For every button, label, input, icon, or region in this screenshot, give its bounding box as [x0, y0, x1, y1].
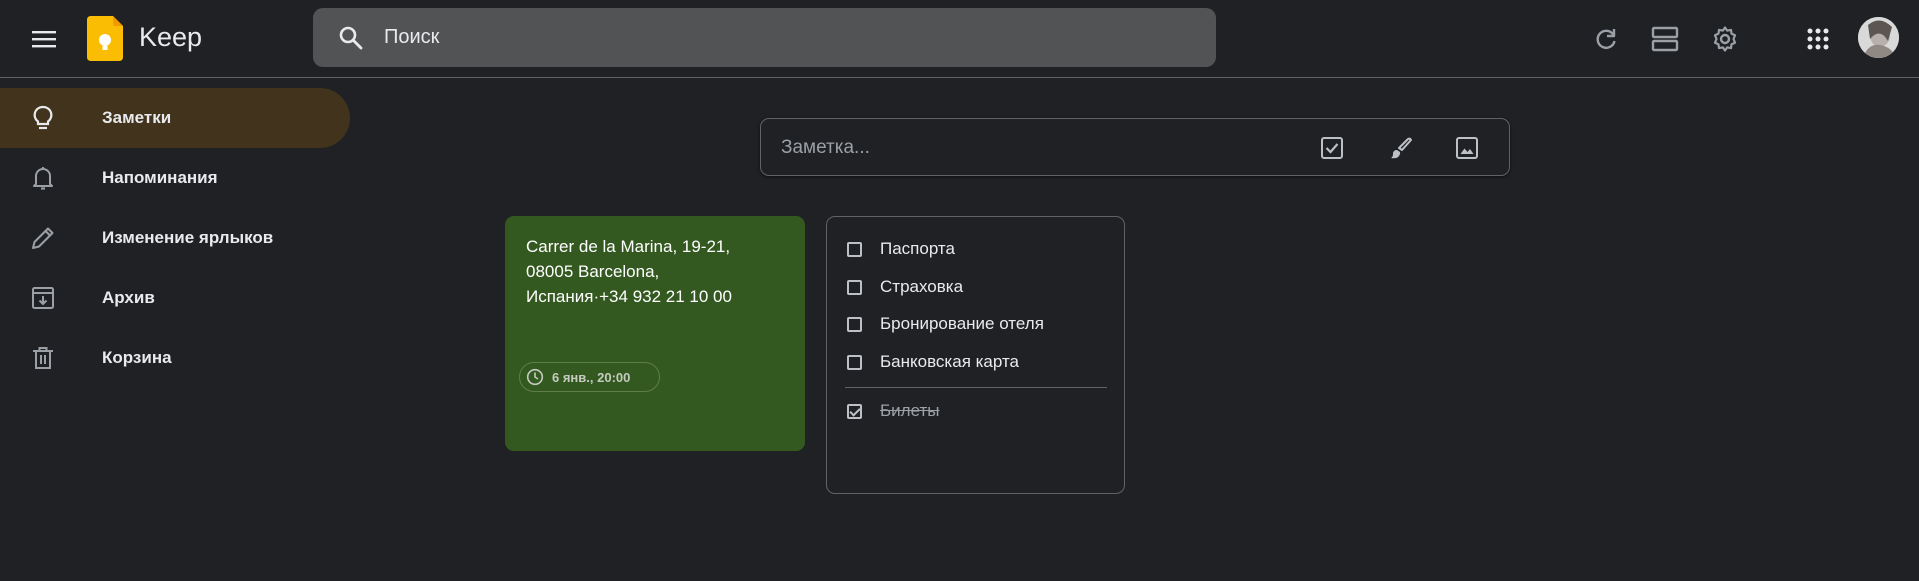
list-item[interactable]: Паспорта: [847, 234, 955, 264]
new-list-icon: [1321, 137, 1343, 159]
keep-logo-icon[interactable]: [87, 16, 123, 61]
refresh-icon: [1596, 29, 1616, 49]
list-item-text: Страховка: [880, 277, 964, 296]
avatar-image: [1858, 17, 1899, 58]
list-view-icon: [1651, 26, 1679, 52]
google-apps-button[interactable]: [1794, 15, 1842, 63]
app-title[interactable]: Keep: [139, 22, 202, 53]
settings-button[interactable]: [1701, 15, 1749, 63]
list-item-text: Паспорта: [880, 239, 955, 258]
sidebar-item-edit-labels[interactable]: Изменение ярлыков: [0, 208, 350, 268]
new-drawing-icon: [1391, 137, 1412, 159]
list-item-checked[interactable]: Билеты: [847, 396, 939, 426]
trash-icon: [30, 345, 56, 371]
list-item[interactable]: Страховка: [847, 272, 963, 302]
search-bar[interactable]: [313, 8, 1216, 67]
sidebar-item-label: Напоминания: [102, 168, 218, 187]
sidebar-item-trash[interactable]: Корзина: [0, 328, 350, 388]
sidebar-item-reminders[interactable]: Напоминания: [0, 148, 350, 208]
clock-icon: [526, 368, 544, 386]
apps-icon: [1807, 28, 1829, 50]
menu-icon: [32, 31, 56, 48]
avatar[interactable]: [1858, 17, 1899, 58]
search-icon: [339, 26, 363, 49]
checked-items-divider: [845, 387, 1107, 388]
sidebar-item-notes[interactable]: Заметки: [0, 88, 350, 148]
new-drawing-button[interactable]: [1379, 126, 1423, 170]
checkbox[interactable]: [847, 354, 862, 370]
sidebar-item-label: Изменение ярлыков: [102, 228, 274, 247]
list-item-text: Банковская карта: [880, 352, 1020, 371]
reminder-chip[interactable]: 6 янв., 20:00: [519, 362, 660, 392]
note-card-checklist[interactable]: Паспорта Страховка Бронирование отеля Ба…: [826, 216, 1125, 494]
list-item-text: Билеты: [880, 401, 940, 420]
checkbox[interactable]: [847, 279, 862, 295]
sidebar-item-label: Заметки: [102, 108, 172, 127]
bell-icon: [30, 165, 56, 191]
new-image-icon: [1456, 137, 1478, 159]
search-button[interactable]: [321, 8, 381, 67]
search-input[interactable]: [384, 26, 1216, 49]
list-view-button[interactable]: [1641, 15, 1689, 63]
checkbox[interactable]: [847, 241, 862, 257]
checkbox[interactable]: [847, 316, 862, 332]
list-item[interactable]: Банковская карта: [847, 347, 1019, 377]
take-note-input[interactable]: [781, 133, 1281, 163]
main-menu-button[interactable]: [20, 15, 68, 63]
checkbox-checked[interactable]: [847, 403, 862, 419]
sidebar-item-label: Архив: [102, 288, 155, 307]
sidebar: Заметки Напоминания Изменение ярлыков Ар…: [0, 88, 350, 388]
list-item-text: Бронирование отеля: [880, 314, 1044, 333]
lightbulb-icon: [30, 105, 56, 131]
refresh-button[interactable]: [1582, 15, 1630, 63]
take-note-bar[interactable]: [760, 118, 1510, 176]
settings-icon: [1713, 26, 1737, 52]
note-text: Carrer de la Marina, 19-21, 08005 Barcel…: [526, 237, 732, 306]
new-list-button[interactable]: [1310, 126, 1354, 170]
sidebar-item-archive[interactable]: Архив: [0, 268, 350, 328]
new-image-button[interactable]: [1445, 126, 1489, 170]
note-card-address[interactable]: Carrer de la Marina, 19-21, 08005 Barcel…: [505, 216, 805, 451]
archive-icon: [30, 285, 56, 311]
pencil-icon: [30, 225, 56, 251]
list-item[interactable]: Бронирование отеля: [847, 309, 1044, 339]
top-bar: Keep: [0, 0, 1919, 78]
reminder-text: 6 янв., 20:00: [552, 369, 631, 385]
sidebar-item-label: Корзина: [102, 348, 172, 367]
